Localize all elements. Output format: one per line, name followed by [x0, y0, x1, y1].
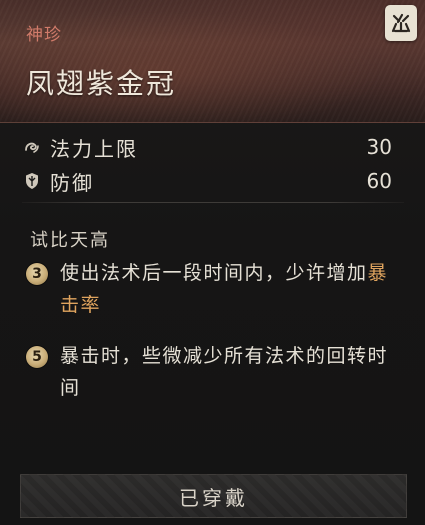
mana-swirl-icon	[22, 137, 42, 157]
set-effect-5: 5 暴击时，些微减少所有法术的回转时间	[26, 340, 396, 404]
effect-text: 使出法术后一段时间内，少许增加	[60, 262, 368, 284]
effect-text: 暴击时，些微减少所有法术的回转时间	[60, 345, 389, 399]
item-header: 神珍 凤翅紫金冠	[0, 0, 425, 123]
shield-icon	[22, 171, 42, 191]
stat-value: 60	[366, 169, 392, 193]
stat-row-mana: 法力上限 30	[22, 130, 396, 164]
set-effect-text: 暴击时，些微减少所有法术的回转时间	[60, 340, 396, 404]
set-effect-text: 使出法术后一段时间内，少许增加暴击率	[60, 257, 396, 321]
equipped-button[interactable]: 已穿戴	[20, 474, 407, 518]
item-tooltip-panel: 神珍 凤翅紫金冠 法力上限 30 防御 60 试比天高 3 使出法术后一段时间内…	[0, 0, 425, 525]
item-category: 神珍	[26, 25, 62, 45]
stat-label: 防御	[50, 170, 94, 195]
stat-value: 30	[366, 135, 392, 159]
set-effect-3: 3 使出法术后一段时间内，少许增加暴击率	[26, 257, 396, 321]
piece-count-badge: 5	[26, 346, 48, 368]
wind-glyph-icon	[391, 13, 411, 33]
stat-row-defense: 防御 60	[22, 164, 396, 198]
equip-type-badge	[385, 5, 417, 41]
item-name: 凤翅紫金冠	[26, 67, 177, 100]
piece-count-badge: 3	[26, 263, 48, 285]
stat-label: 法力上限	[50, 136, 138, 161]
set-bonus-title: 试比天高	[30, 230, 110, 251]
stats-list: 法力上限 30 防御 60	[22, 130, 396, 198]
section-divider	[22, 202, 404, 203]
